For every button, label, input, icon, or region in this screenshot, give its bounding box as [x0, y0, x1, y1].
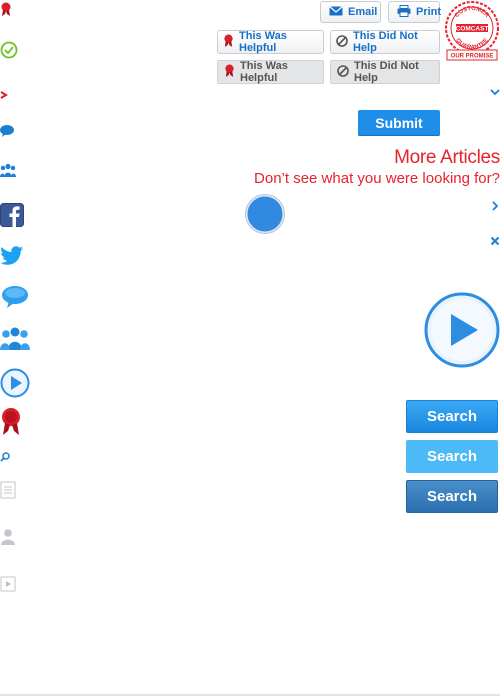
more-articles-heading: More Articles: [394, 147, 500, 168]
play-circle-icon[interactable]: [0, 368, 30, 403]
play-large-icon[interactable]: [424, 292, 500, 373]
search-button-active[interactable]: Search: [406, 480, 498, 513]
ribbon-icon: [224, 64, 235, 80]
people-large-icon: [0, 326, 30, 355]
ribbon-icon: [0, 2, 12, 21]
bottom-divider: [0, 694, 500, 696]
twitter-icon[interactable]: [0, 246, 24, 271]
print-button[interactable]: Print: [388, 1, 442, 23]
email-icon: [329, 5, 343, 19]
prohibited-icon: [337, 64, 349, 80]
ribbon-icon: [223, 34, 234, 50]
not-helpful-label: This Did Not Help: [353, 30, 418, 54]
helpful-label: This Was Helpful: [240, 60, 288, 84]
close-icon[interactable]: [490, 233, 500, 251]
not-helpful-button[interactable]: This Did Not Help: [330, 30, 440, 54]
ribbon-large-icon: [0, 407, 22, 440]
chevron-right-icon[interactable]: [491, 198, 499, 216]
people-icon: [0, 163, 16, 182]
check-circle-icon: [0, 41, 18, 64]
printer-icon: [397, 4, 411, 20]
chat-bubble-icon: [0, 124, 14, 142]
not-helpful-label: This Did Not Help: [354, 60, 419, 84]
search-button-hover[interactable]: Search: [406, 440, 498, 473]
email-button[interactable]: Email: [320, 1, 381, 23]
chat-bubble-large-icon: [0, 285, 30, 314]
svg-text:COMCAST: COMCAST: [456, 26, 489, 33]
helpful-label: This Was Helpful: [239, 30, 287, 54]
customer-guarantee-seal: CUSTOMER GUARANTEE COMCAST OUR PROMISE: [444, 0, 500, 67]
document-icon: [0, 481, 16, 504]
chevron-right-icon: [0, 86, 8, 104]
email-label: Email: [348, 6, 378, 18]
svg-text:OUR PROMISE: OUR PROMISE: [451, 54, 494, 60]
search-magnifier-icon: [0, 449, 10, 467]
chevron-down-icon[interactable]: [490, 83, 500, 101]
facebook-icon[interactable]: [0, 203, 24, 232]
dont-see-text[interactable]: Don’t see what you were looking for?: [254, 170, 500, 187]
submit-button[interactable]: Submit: [358, 110, 440, 136]
not-helpful-button-inactive[interactable]: This Did Not Help: [330, 60, 440, 84]
blue-dot-icon: [245, 194, 285, 234]
user-icon: [0, 528, 16, 551]
search-button-default[interactable]: Search: [406, 400, 498, 433]
video-file-icon: [0, 576, 16, 597]
print-label: Print: [416, 6, 442, 18]
prohibited-icon: [336, 34, 348, 50]
helpful-button[interactable]: This Was Helpful: [217, 30, 324, 54]
helpful-button-inactive[interactable]: This Was Helpful: [217, 60, 324, 84]
